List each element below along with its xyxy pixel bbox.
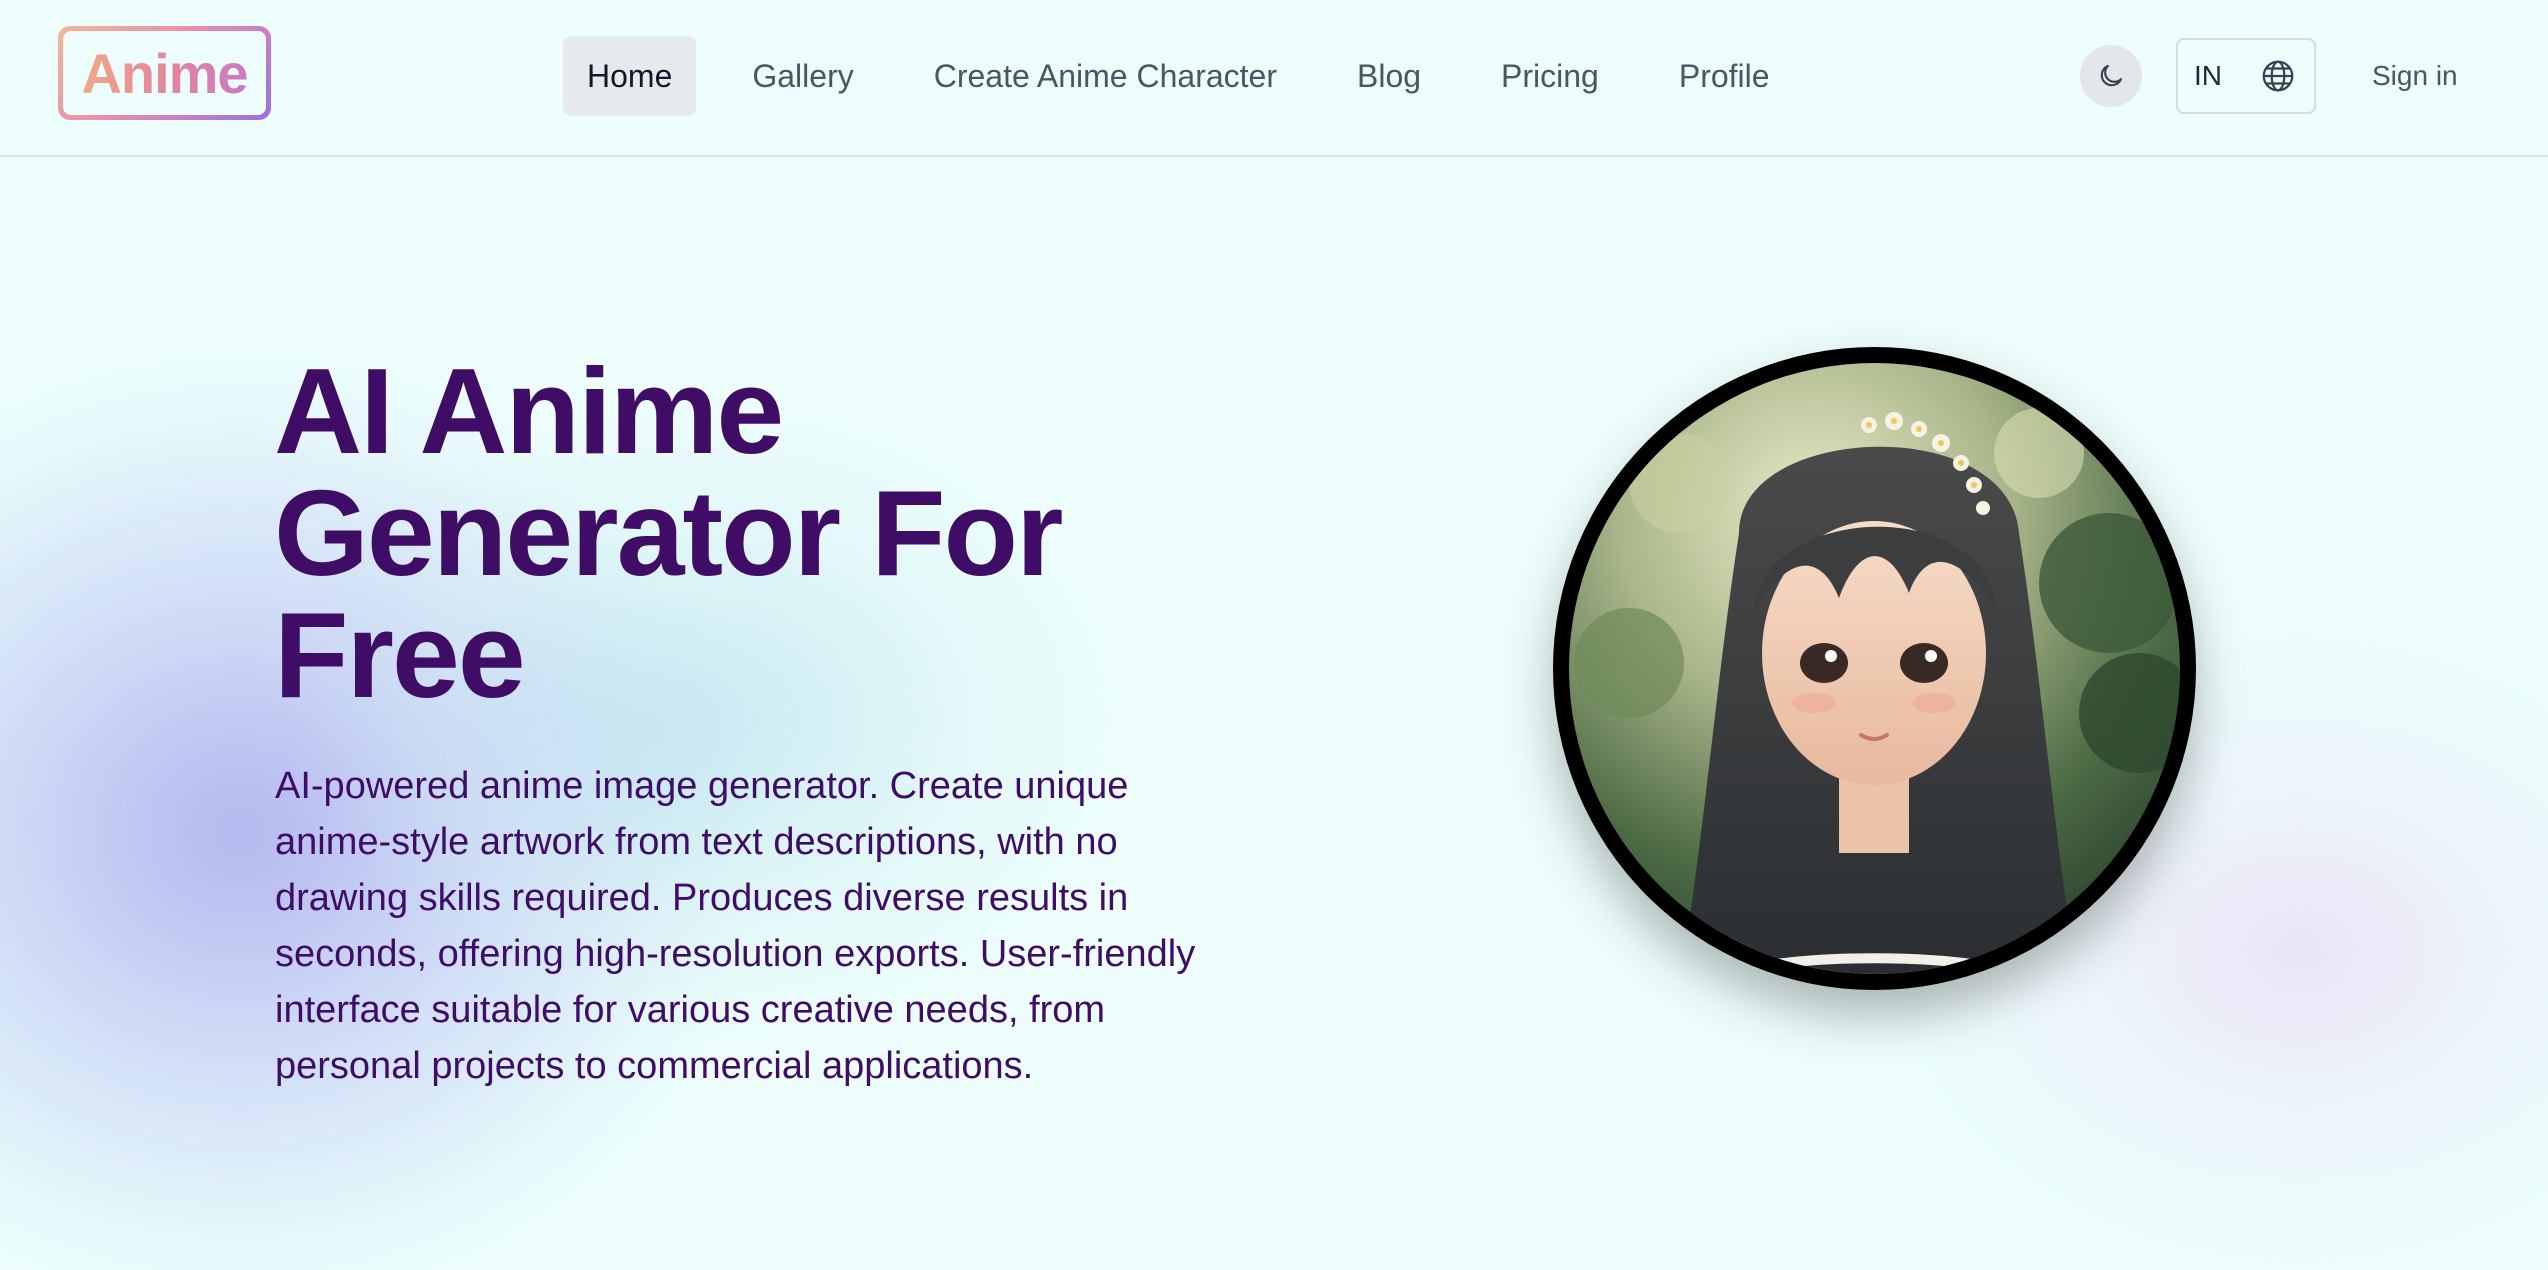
- nav-item-blog[interactable]: Blog: [1333, 36, 1445, 116]
- logo-text: Anime: [81, 41, 248, 105]
- anime-girl-portrait: [1569, 363, 2180, 974]
- language-code: IN: [2194, 60, 2222, 91]
- moon-icon: [2100, 64, 2123, 87]
- page: Anime Home Gallery Create Anime Characte…: [0, 0, 2548, 1270]
- site-header: Anime Home Gallery Create Anime Characte…: [0, 0, 2548, 157]
- nav-item-create-anime-character[interactable]: Create Anime Character: [910, 36, 1301, 116]
- globe-icon: [2262, 60, 2294, 92]
- language-selector[interactable]: IN: [2176, 38, 2316, 114]
- logo[interactable]: Anime: [58, 26, 271, 120]
- hero-description: AI-powered anime image generator. Create…: [275, 765, 1196, 1087]
- sign-in-link[interactable]: Sign in: [2372, 52, 2458, 100]
- nav-item-home[interactable]: Home: [563, 36, 697, 116]
- nav-item-profile[interactable]: Profile: [1655, 36, 1794, 116]
- main-nav: Home Gallery Create Anime Character Blog…: [563, 36, 1826, 116]
- theme-toggle-button[interactable]: [2080, 45, 2142, 107]
- nav-item-pricing[interactable]: Pricing: [1477, 36, 1623, 116]
- nav-item-gallery[interactable]: Gallery: [728, 36, 877, 116]
- hero-portrait-image: [1553, 347, 2196, 990]
- hero-title: AI Anime Generator For Free: [274, 343, 1064, 723]
